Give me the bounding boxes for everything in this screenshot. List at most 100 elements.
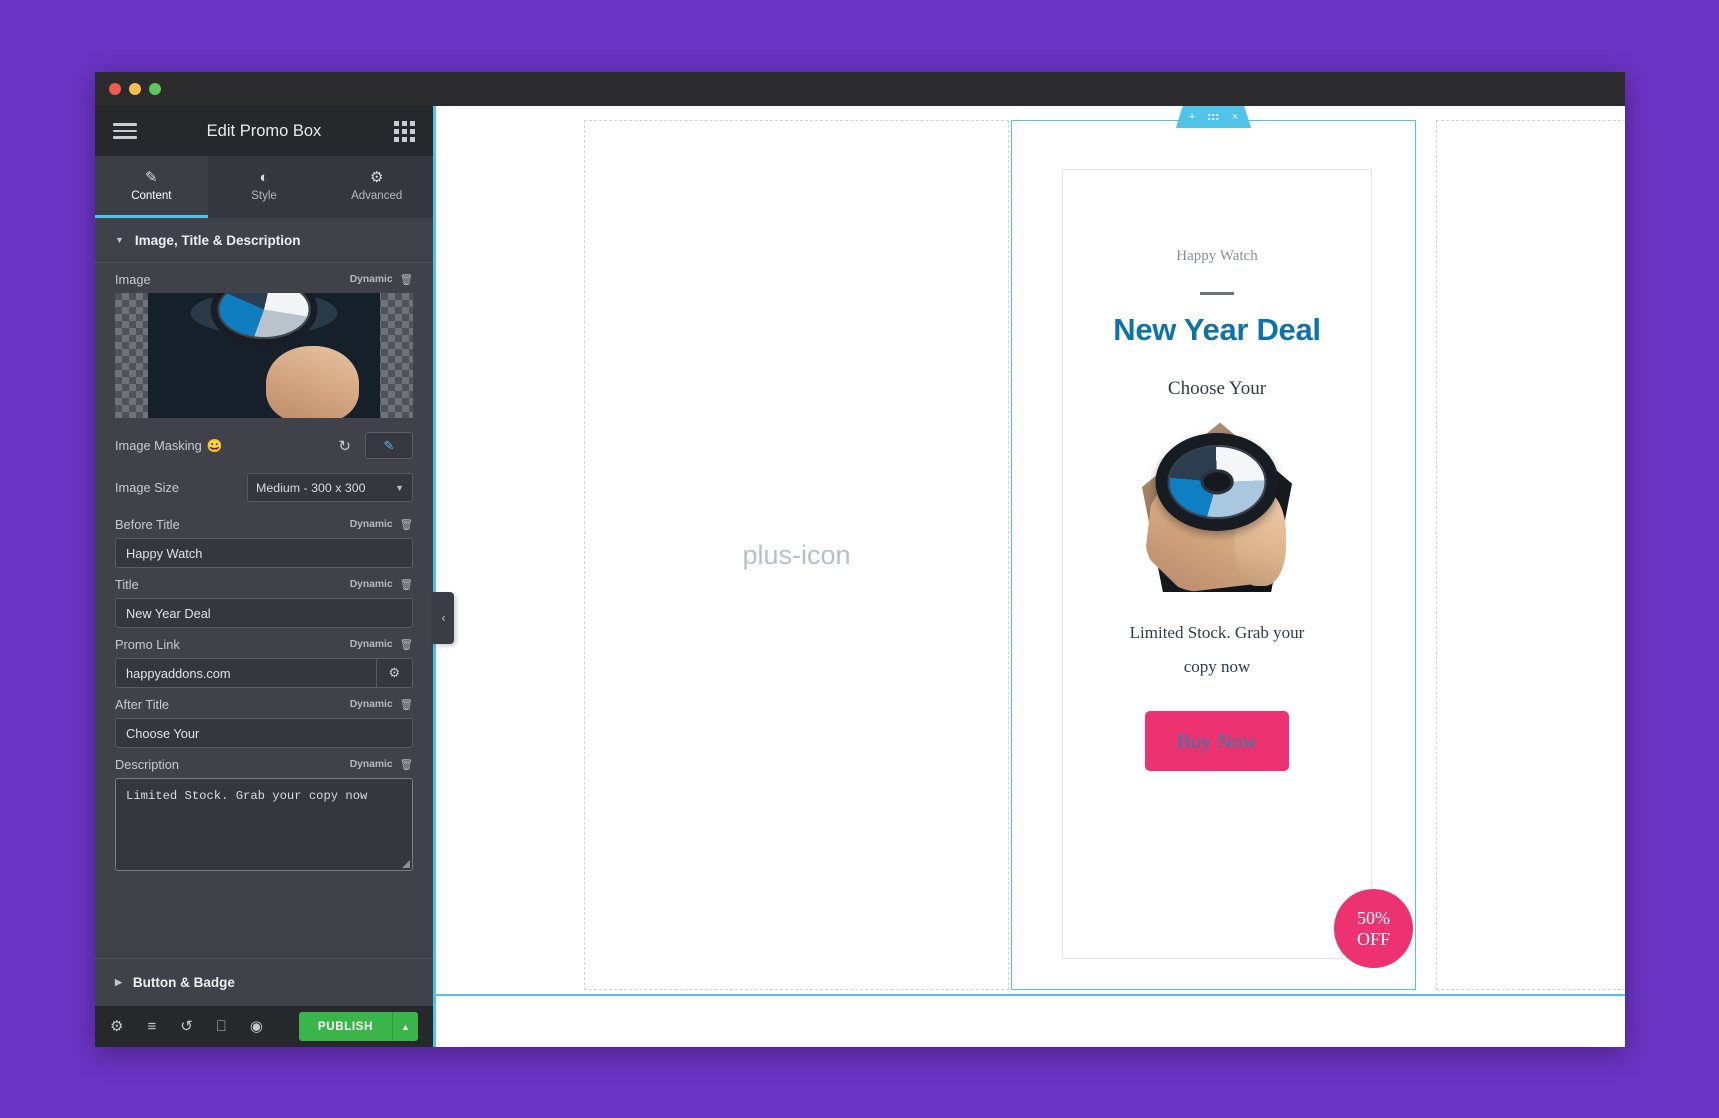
preview-icon[interactable]: ◉ [250, 1019, 263, 1034]
field-description: Description Dynamic 🗑 Limited Stock. Gra… [95, 748, 433, 871]
title-input[interactable]: New Year Deal [115, 598, 413, 628]
grid-apps-icon[interactable] [394, 120, 415, 142]
chevron-down-icon: ▼ [395, 482, 404, 493]
trash-icon[interactable]: 🗑 [400, 578, 413, 591]
promo-box-column[interactable]: + × Happy Watch New Year Deal Choose You… [1011, 120, 1416, 990]
image-thumbnail-photo [147, 293, 381, 418]
trash-icon[interactable]: 🗑 [400, 518, 413, 531]
title-label: Title [115, 577, 139, 592]
editor-canvas[interactable]: plus-icon + × Happy Watch New Year Deal … [433, 106, 1625, 1047]
gear-icon: ⚙ [369, 168, 384, 186]
description-dynamic-label[interactable]: Dynamic [350, 759, 393, 770]
promo-after-title: Choose Your [1167, 378, 1267, 400]
field-image-size: Image Size Medium - 300 x 300 ▼ [95, 465, 433, 508]
description-textarea[interactable]: Limited Stock. Grab your copy now [115, 778, 413, 871]
window-titlebar [95, 72, 1625, 106]
field-after-title: After Title Dynamic 🗑 Choose Your [95, 688, 433, 748]
panel-fields-scroll[interactable]: Image Dynamic 🗑 Image Masking 😀 ↻ ✎ Imag… [95, 263, 433, 958]
promo-box-widget[interactable]: Happy Watch New Year Deal Choose Your Li… [1062, 169, 1413, 968]
history-icon[interactable]: ↺ [180, 1019, 193, 1034]
field-title: Title Dynamic 🗑 New Year Deal [95, 568, 433, 628]
image-thumbnail[interactable] [115, 293, 413, 418]
maximize-window-button[interactable] [149, 83, 161, 95]
smiley-icon: 😀 [206, 437, 223, 453]
add-widget-plus-icon[interactable]: plus-icon [585, 121, 1008, 989]
badge-off: OFF [1356, 928, 1391, 949]
promo-link-input[interactable]: happyaddons.com [115, 658, 376, 688]
field-before-title: Before Title Dynamic 🗑 Happy Watch [95, 508, 433, 568]
trash-icon[interactable]: 🗑 [400, 758, 413, 771]
image-masking-text: Image Masking [115, 438, 202, 453]
tab-advanced-label: Advanced [351, 189, 403, 202]
after-title-dynamic-label[interactable]: Dynamic [350, 699, 393, 710]
hamburger-menu-icon[interactable] [113, 119, 137, 143]
responsive-icon[interactable]: ⎕ [217, 1019, 226, 1034]
tab-style[interactable]: ◐ Style [208, 156, 321, 218]
tab-content[interactable]: ✎ Content [95, 156, 208, 218]
image-size-value: Medium - 300 x 300 [256, 480, 366, 495]
image-masking-label: Image Masking 😀 [115, 438, 223, 454]
before-title-label: Before Title [115, 517, 180, 532]
section-footer-title: Button & Badge [132, 975, 235, 990]
tab-advanced[interactable]: ⚙ Advanced [320, 156, 433, 218]
publish-button[interactable]: PUBLISH [298, 1012, 392, 1041]
discount-badge: 50% OFF [1334, 889, 1413, 968]
empty-column-left[interactable]: plus-icon [584, 120, 1009, 990]
field-image-masking: Image Masking 😀 ↻ ✎ [95, 418, 433, 465]
window-body: Edit Promo Box ✎ Content ◐ Style ⚙ Advan… [95, 106, 1625, 1047]
promo-divider [1200, 292, 1234, 295]
before-title-dynamic-label[interactable]: Dynamic [350, 519, 393, 530]
trash-icon[interactable]: 🗑 [400, 698, 413, 711]
tab-style-label: Style [251, 189, 277, 202]
title-dynamic-label[interactable]: Dynamic [350, 579, 393, 590]
minimize-window-button[interactable] [129, 83, 141, 95]
promo-masked-image [1142, 422, 1292, 593]
edit-mask-button[interactable]: ✎ [365, 432, 413, 459]
publish-group: PUBLISH ▲ [298, 1012, 418, 1041]
publish-options-arrow[interactable]: ▲ [392, 1012, 418, 1041]
panel-title: Edit Promo Box [206, 121, 322, 140]
promo-description: Limited Stock. Grab your copy now [1129, 623, 1305, 677]
section-button-and-badge[interactable]: ▶ Button & Badge [95, 958, 433, 1006]
tab-content-label: Content [131, 189, 172, 202]
panel-collapse-handle[interactable]: ‹ [433, 592, 454, 644]
after-title-input[interactable]: Choose Your [115, 718, 413, 748]
promo-title: New Year Deal [1113, 312, 1321, 347]
trash-icon[interactable]: 🗑 [400, 273, 413, 286]
panel-tabs: ✎ Content ◐ Style ⚙ Advanced [95, 156, 433, 218]
promo-link-dynamic-label[interactable]: Dynamic [350, 639, 393, 650]
link-options-gear-icon[interactable]: ⚙ [375, 658, 413, 688]
pencil-icon: ✎ [145, 168, 158, 186]
description-label: Description [115, 757, 180, 772]
editor-panel: Edit Promo Box ✎ Content ◐ Style ⚙ Advan… [95, 106, 454, 1047]
promo-link-label: Promo Link [115, 637, 180, 652]
buy-now-button[interactable]: Buy Now [1145, 711, 1289, 772]
contrast-icon: ◐ [259, 168, 269, 186]
watch-dial-icon [1155, 432, 1279, 532]
layers-icon[interactable]: ≡ [147, 1019, 156, 1034]
settings-icon[interactable]: ⚙ [110, 1019, 123, 1034]
panel-footer-toolbar: ⚙ ≡ ↺ ⎕ ◉ PUBLISH ▲ [95, 1006, 433, 1047]
empty-column-right[interactable] [1436, 120, 1625, 990]
promo-link-group: happyaddons.com ⚙ [115, 658, 413, 688]
drag-handle-icon[interactable] [1208, 114, 1219, 121]
add-widget-icon[interactable]: + [1189, 112, 1195, 123]
app-window: Edit Promo Box ✎ Content ◐ Style ⚙ Advan… [95, 72, 1625, 1047]
watch-dial-graphic [210, 293, 318, 346]
before-title-input[interactable]: Happy Watch [115, 538, 413, 568]
trash-icon[interactable]: 🗑 [400, 638, 413, 651]
reset-icon[interactable]: ↻ [338, 437, 351, 455]
image-size-select[interactable]: Medium - 300 x 300 ▼ [247, 473, 413, 502]
image-size-label: Image Size [115, 480, 180, 495]
promo-before-title: Happy Watch [1176, 248, 1258, 264]
thumb-finger-graphic [266, 345, 360, 418]
panel-header: Edit Promo Box [95, 106, 433, 156]
close-icon[interactable]: × [1232, 112, 1238, 123]
field-image: Image Dynamic 🗑 [95, 263, 433, 418]
close-window-button[interactable] [109, 83, 121, 95]
after-title-label: After Title [115, 697, 170, 712]
chevron-down-icon: ▼ [115, 235, 124, 245]
chevron-right-icon: ▶ [115, 977, 122, 987]
image-dynamic-label[interactable]: Dynamic [350, 274, 393, 285]
section-image-title-description[interactable]: ▼ Image, Title & Description [95, 218, 433, 263]
